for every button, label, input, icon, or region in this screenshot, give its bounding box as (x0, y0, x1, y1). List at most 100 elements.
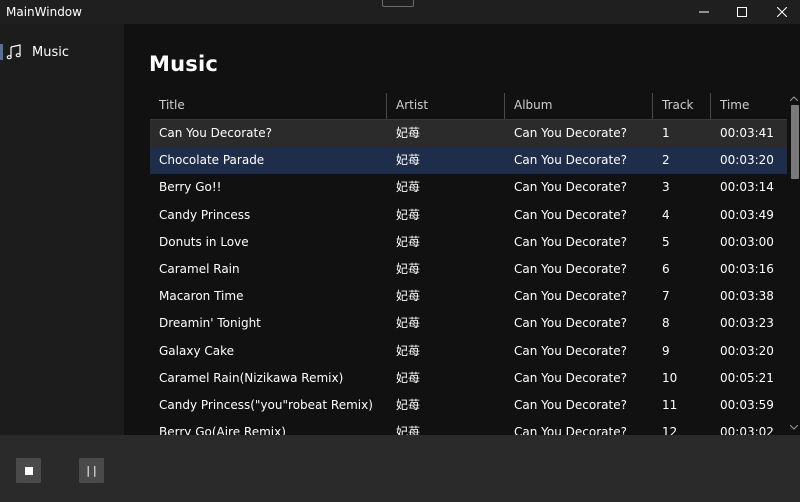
cell-track: 5 (662, 234, 670, 249)
table-row[interactable]: Chocolate Parade 妃苺 Can You Decorate? 2 00:0… (150, 147, 787, 175)
cell-track: 4 (662, 207, 670, 222)
cell-title: Caramel Rain (159, 261, 240, 276)
cell-title: Berry Go!! (159, 180, 222, 195)
cell-album: Can You Decorate? (514, 343, 627, 358)
cell-album: Can You Decorate? (514, 234, 627, 249)
table-row[interactable]: Macaron Time 妃苺 Can You Decorate? 7 00:03:38 (150, 283, 787, 310)
sidebar-item-label: Music (32, 44, 69, 60)
cell-track: 1 (662, 126, 670, 140)
column-header-time[interactable]: Time (711, 91, 787, 119)
cell-title: Chocolate Parade (159, 153, 265, 168)
cell-title: Candy Princess("you"robeat Remix) (159, 397, 373, 412)
cell-album: Can You Decorate? (514, 261, 627, 276)
cell-track: 12 (662, 425, 678, 435)
cell-time: 00:03:14 (720, 180, 774, 195)
drag-handle-icon (382, 0, 414, 7)
maximize-button[interactable] (724, 0, 760, 24)
column-header-track[interactable]: Track (653, 91, 711, 119)
cell-artist: 妃苺 (396, 126, 421, 140)
cell-album: Can You Decorate? (514, 425, 627, 435)
cell-album: Can You Decorate? (514, 397, 627, 412)
column-header-title[interactable]: Title (150, 91, 386, 119)
maximize-icon (737, 7, 747, 17)
column-header-album[interactable]: Album (505, 91, 653, 119)
cell-artist: 妃苺 (396, 425, 421, 435)
cell-time: 00:03:23 (720, 316, 774, 331)
cell-title: Berry Go(Aire Remix) (159, 425, 286, 435)
cell-album: Can You Decorate? (514, 289, 627, 304)
cell-track: 7 (662, 289, 670, 304)
sidebar-item-music[interactable]: Music (0, 38, 124, 66)
scroll-down-icon[interactable] (790, 423, 798, 431)
cell-track: 2 (662, 153, 670, 168)
stop-button[interactable] (16, 458, 41, 483)
cell-artist: 妃苺 (396, 261, 421, 276)
cell-artist: 妃苺 (396, 207, 421, 222)
cell-title: Can You Decorate? (159, 126, 272, 140)
table-row[interactable]: Galaxy Cake 妃苺 Can You Decorate? 9 00:03:20 (150, 338, 787, 365)
cell-time: 00:03:38 (720, 289, 774, 304)
table-row[interactable]: Can You Decorate? 妃苺 Can You Decorate? 1 00:… (150, 120, 787, 148)
cell-album: Can You Decorate? (514, 316, 627, 331)
cell-album: Can You Decorate? (514, 207, 627, 222)
table-header: Title Artist Album Track Time (150, 91, 787, 120)
cell-track: 8 (662, 316, 670, 331)
cell-title: Candy Princess (159, 207, 251, 222)
vertical-scrollbar[interactable] (788, 91, 800, 435)
cell-title: Caramel Rain(Nizikawa Remix) (159, 370, 344, 385)
cell-time: 00:03:41 (720, 126, 774, 140)
cell-time: 00:03:20 (720, 343, 774, 358)
table-row[interactable]: Donuts in Love 妃苺 Can You Decorate? 5 00:03:… (150, 229, 787, 256)
close-icon (777, 7, 787, 17)
stop-icon (24, 466, 33, 475)
table-row[interactable]: Caramel Rain(Nizikawa Remix) 妃苺 Can You De… (150, 365, 787, 392)
cell-time: 00:03:02 (720, 425, 774, 435)
cell-artist: 妃苺 (396, 180, 421, 195)
cell-artist: 妃苺 (396, 153, 421, 168)
table-row[interactable]: Candy Princess("you"robeat Remix) 妃苺 Can Y… (150, 392, 787, 419)
pause-label: || (84, 464, 99, 477)
cell-artist: 妃苺 (396, 289, 421, 304)
cell-title: Dreamin' Tonight (159, 316, 261, 331)
cell-album: Can You Decorate? (514, 153, 627, 168)
table-row[interactable]: Candy Princess 妃苺 Can You Decorate? 4 00:03:… (150, 202, 787, 229)
main-content: Music Title Artist Album Track Time Can … (124, 24, 800, 435)
cell-artist: 妃苺 (396, 234, 421, 249)
scroll-up-icon[interactable] (790, 94, 798, 102)
cell-title: Donuts in Love (159, 234, 249, 249)
cell-time: 00:03:16 (720, 261, 774, 276)
sidebar: Music (0, 24, 124, 435)
cell-track: 3 (662, 180, 670, 195)
minimize-button[interactable] (686, 0, 722, 24)
table-row[interactable]: Dreamin' Tonight 妃苺 Can You Decorate? 8 00:0… (150, 310, 787, 337)
column-header-artist[interactable]: Artist (387, 91, 505, 119)
music-note-icon (6, 44, 22, 60)
window-title: MainWindow (6, 5, 82, 19)
minimize-icon (699, 11, 709, 13)
music-table: Title Artist Album Track Time Can You De… (150, 91, 787, 435)
cell-title: Macaron Time (159, 289, 244, 304)
cell-time: 00:03:00 (720, 234, 774, 249)
cell-time: 00:03:49 (720, 207, 774, 222)
page-title: Music (149, 52, 218, 76)
cell-artist: 妃苺 (396, 343, 421, 358)
cell-track: 9 (662, 343, 670, 358)
cell-time: 00:03:20 (720, 153, 774, 168)
title-bar: MainWindow (0, 0, 800, 24)
cell-album: Can You Decorate? (514, 370, 627, 385)
cell-track: 6 (662, 261, 670, 276)
cell-album: Can You Decorate? (514, 126, 627, 140)
close-button[interactable] (764, 0, 800, 24)
selection-indicator (0, 44, 3, 60)
scroll-thumb[interactable] (791, 105, 799, 179)
table-row[interactable]: Berry Go(Aire Remix) 妃苺 Can You Decorate? 1… (150, 419, 787, 435)
cell-time: 00:03:59 (720, 397, 774, 412)
cell-title: Galaxy Cake (159, 343, 234, 358)
cell-artist: 妃苺 (396, 370, 421, 385)
pause-button[interactable]: || (79, 458, 104, 483)
table-row[interactable]: Berry Go!! 妃苺 Can You Decorate? 3 00:03:14 (150, 174, 787, 201)
table-row[interactable]: Caramel Rain 妃苺 Can You Decorate? 6 00:03:16 (150, 256, 787, 283)
cell-artist: 妃苺 (396, 397, 421, 412)
cell-artist: 妃苺 (396, 316, 421, 331)
cell-album: Can You Decorate? (514, 180, 627, 195)
